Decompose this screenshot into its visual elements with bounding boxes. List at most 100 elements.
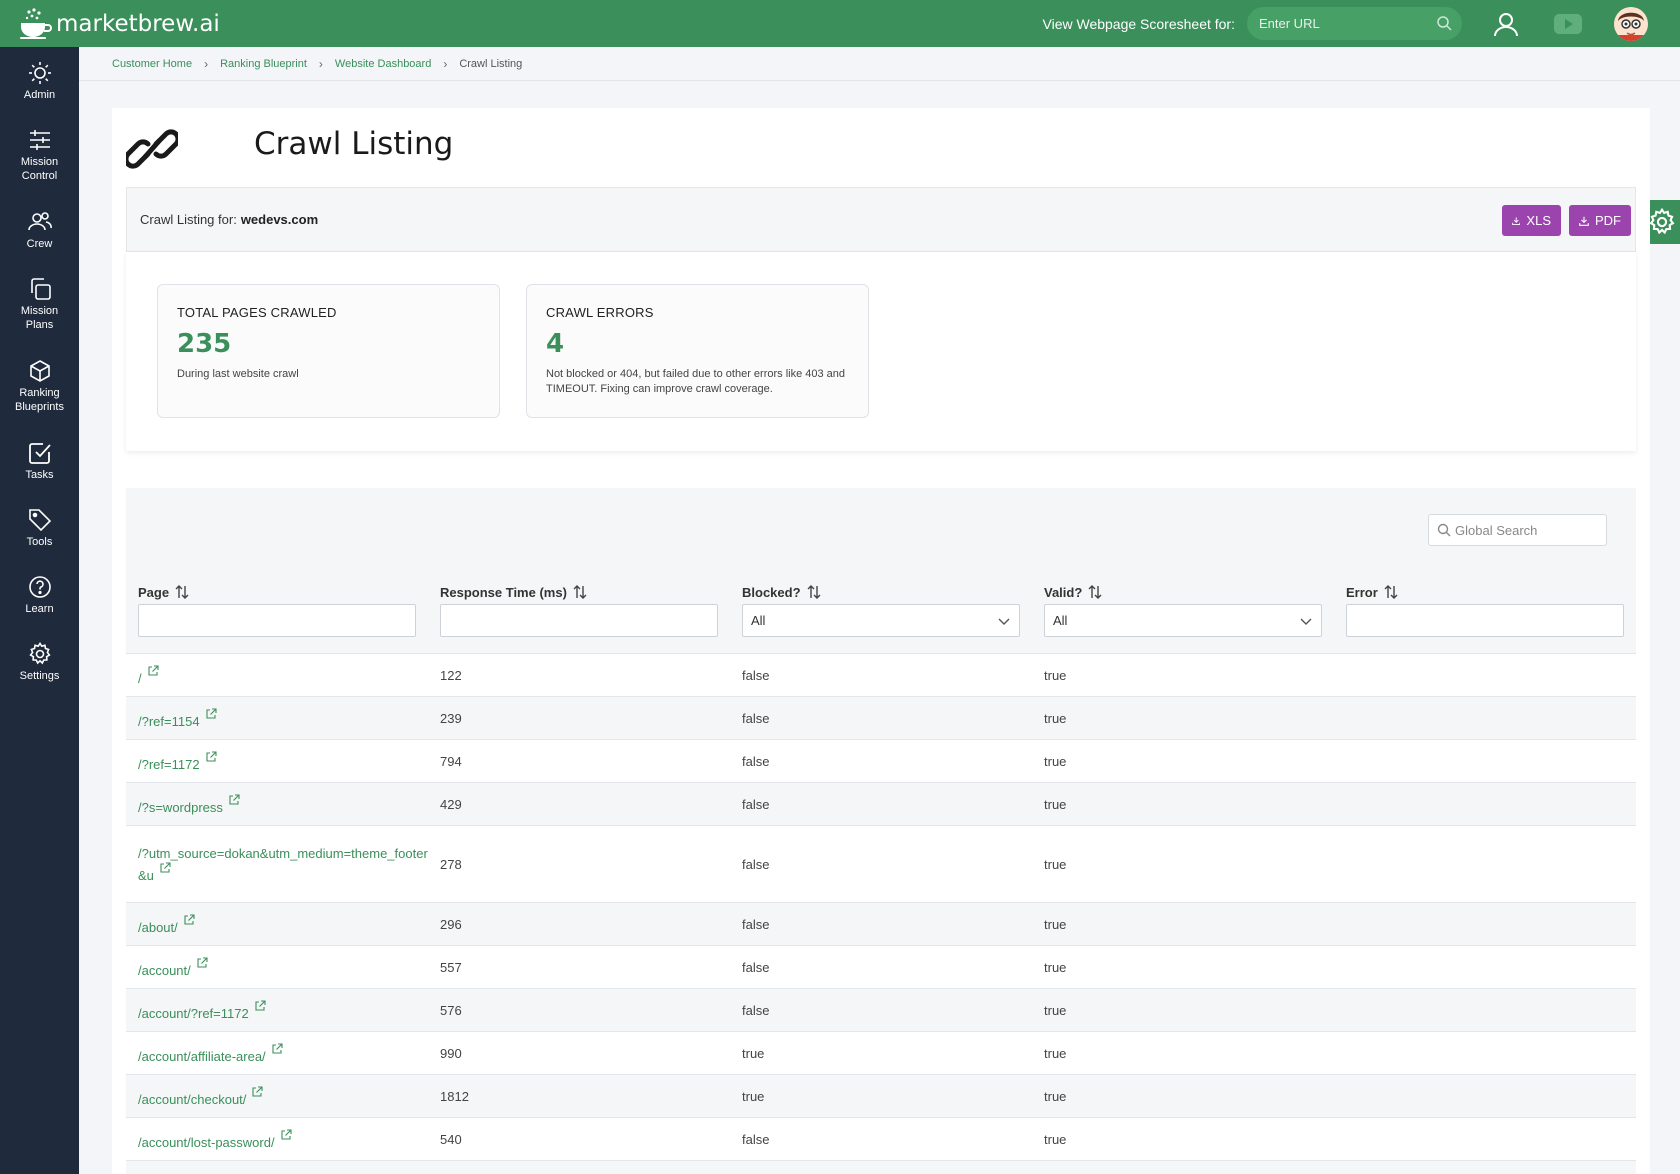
table-body: / 122 false true /?ref=1154 239 false tr…: [126, 654, 1636, 1161]
listing-header-bar: Crawl Listing for: wedevs.com XLS PDF: [126, 187, 1636, 252]
page-path: /account/lost-password/: [138, 1134, 275, 1150]
sidebar-item-mission-control[interactable]: Mission Control: [0, 114, 79, 196]
table-row: /?s=wordpress 429 false true: [126, 783, 1636, 826]
table-row: /account/?ref=1172 576 false true: [126, 989, 1636, 1032]
external-link-icon[interactable]: [196, 956, 208, 969]
valid-cell: true: [1044, 667, 1067, 683]
scoresheet-label: View Webpage Scoresheet for:: [1042, 15, 1236, 32]
sidebar-item-label: Crew: [26, 238, 53, 250]
external-link-icon[interactable]: [271, 1042, 283, 1055]
user-profile-icon[interactable]: [1490, 8, 1522, 40]
url-input[interactable]: [1259, 16, 1429, 31]
youtube-icon[interactable]: [1552, 8, 1584, 40]
response-time-filter-input[interactable]: [440, 604, 718, 637]
avatar[interactable]: [1614, 6, 1648, 41]
blocked-cell: false: [742, 753, 770, 769]
sort-icon[interactable]: [174, 584, 190, 600]
brand-logo[interactable]: marketbrew.ai: [18, 7, 220, 41]
global-search-input[interactable]: [1455, 522, 1600, 538]
column-label: Blocked?: [742, 584, 801, 600]
export-xls-button[interactable]: XLS: [1502, 205, 1561, 236]
sidebar-item-label: Learn: [25, 603, 54, 615]
page-link[interactable]: /account/checkout/: [138, 1075, 428, 1117]
sidebar-item-settings[interactable]: Settings: [0, 628, 79, 695]
tag-icon: [28, 509, 51, 532]
sidebar-item-label: Mission Control: [20, 156, 59, 182]
stat-title: TOTAL PAGES CRAWLED: [177, 305, 337, 320]
checkbox-icon: [28, 443, 51, 464]
global-search-box: [1428, 514, 1607, 546]
breadcrumb-customer-home[interactable]: Customer Home: [112, 58, 192, 70]
coffee-cup-icon: [20, 7, 52, 39]
column-label: Error: [1346, 584, 1378, 600]
external-link-icon[interactable]: [254, 999, 266, 1012]
table-row: / 122 false true: [126, 654, 1636, 697]
listing-for-label: Crawl Listing for:: [140, 212, 237, 227]
table-row: /account/checkout/ 1812 true true: [126, 1075, 1636, 1118]
valid-filter-select[interactable]: All: [1044, 604, 1322, 637]
page-link[interactable]: /about/: [138, 903, 428, 945]
external-link-icon[interactable]: [228, 793, 240, 806]
chevron-right-icon: ›: [204, 57, 209, 71]
page-link[interactable]: /account/?ref=1172: [138, 989, 428, 1031]
export-pdf-button[interactable]: PDF: [1569, 205, 1631, 236]
page-link[interactable]: /?s=wordpress: [138, 783, 428, 825]
stat-value: 4: [546, 329, 565, 359]
response-time-cell: 557: [440, 959, 462, 975]
sort-icon[interactable]: [572, 584, 588, 600]
download-icon: [1512, 216, 1521, 225]
external-link-icon[interactable]: [159, 861, 171, 874]
external-link-icon[interactable]: [205, 707, 217, 720]
sun-icon: [28, 62, 51, 84]
blocked-filter-select[interactable]: All: [742, 604, 1020, 637]
page-filter-input[interactable]: [138, 604, 416, 637]
stat-description: Not blocked or 404, but failed due to ot…: [546, 368, 846, 395]
external-link-icon[interactable]: [205, 750, 217, 763]
page-link[interactable]: /: [138, 654, 428, 696]
blocked-cell: false: [742, 1002, 770, 1018]
external-link-icon[interactable]: [147, 664, 159, 677]
page-link[interactable]: /?utm_source=dokan&utm_medium=theme_foot…: [138, 826, 428, 902]
page-link[interactable]: /?ref=1154: [138, 697, 428, 739]
blocked-cell: false: [742, 856, 770, 872]
response-time-cell: 794: [440, 753, 462, 769]
column-label: Page: [138, 584, 170, 600]
sidebar-item-label: Admin: [23, 89, 56, 101]
page-link[interactable]: /account/: [138, 946, 428, 988]
sort-icon[interactable]: [1087, 584, 1103, 600]
sort-icon[interactable]: [1383, 584, 1399, 600]
error-filter-input[interactable]: [1346, 604, 1624, 637]
sidebar-item-label: Tasks: [25, 469, 54, 481]
sort-icon[interactable]: [806, 584, 822, 600]
external-link-icon[interactable]: [183, 913, 195, 926]
stat-title: CRAWL ERRORS: [546, 305, 654, 320]
page-path: /?ref=1154: [138, 713, 200, 729]
external-link-icon[interactable]: [251, 1085, 263, 1098]
sidebar-item-tools[interactable]: Tools: [0, 494, 79, 561]
breadcrumb-website-dashboard[interactable]: Website Dashboard: [335, 58, 431, 70]
column-label: Valid?: [1044, 584, 1083, 600]
table-header: Page Response Time (ms) Blocked? All Val…: [126, 574, 1636, 654]
column-label: Response Time (ms): [440, 584, 567, 600]
sidebar-item-learn[interactable]: Learn: [0, 561, 79, 628]
column-page: Page: [138, 574, 416, 637]
breadcrumb-ranking-blueprint[interactable]: Ranking Blueprint: [220, 58, 307, 70]
select-value: All: [751, 613, 766, 628]
page-link[interactable]: /account/affiliate-area/: [138, 1032, 428, 1074]
valid-cell: true: [1044, 753, 1067, 769]
valid-cell: true: [1044, 710, 1067, 726]
sidebar-item-crew[interactable]: Crew: [0, 196, 79, 263]
search-icon[interactable]: [1436, 15, 1452, 31]
column-blocked: Blocked? All: [742, 574, 1020, 637]
chevron-down-icon: [1300, 618, 1312, 625]
sidebar-item-admin[interactable]: Admin: [0, 47, 79, 114]
page-path: /about/: [138, 919, 178, 935]
sidebar-item-ranking-blueprints[interactable]: Ranking Blueprints: [0, 345, 79, 427]
copy-icon: [30, 278, 51, 300]
page-link[interactable]: /?ref=1172: [138, 740, 428, 782]
external-link-icon[interactable]: [280, 1128, 292, 1141]
sidebar-item-mission-plans[interactable]: Mission Plans: [0, 263, 79, 345]
sidebar-item-tasks[interactable]: Tasks: [0, 427, 79, 494]
page-link[interactable]: /account/lost-password/: [138, 1118, 428, 1160]
stats-panel: TOTAL PAGES CRAWLED 235 During last webs…: [126, 252, 1636, 451]
